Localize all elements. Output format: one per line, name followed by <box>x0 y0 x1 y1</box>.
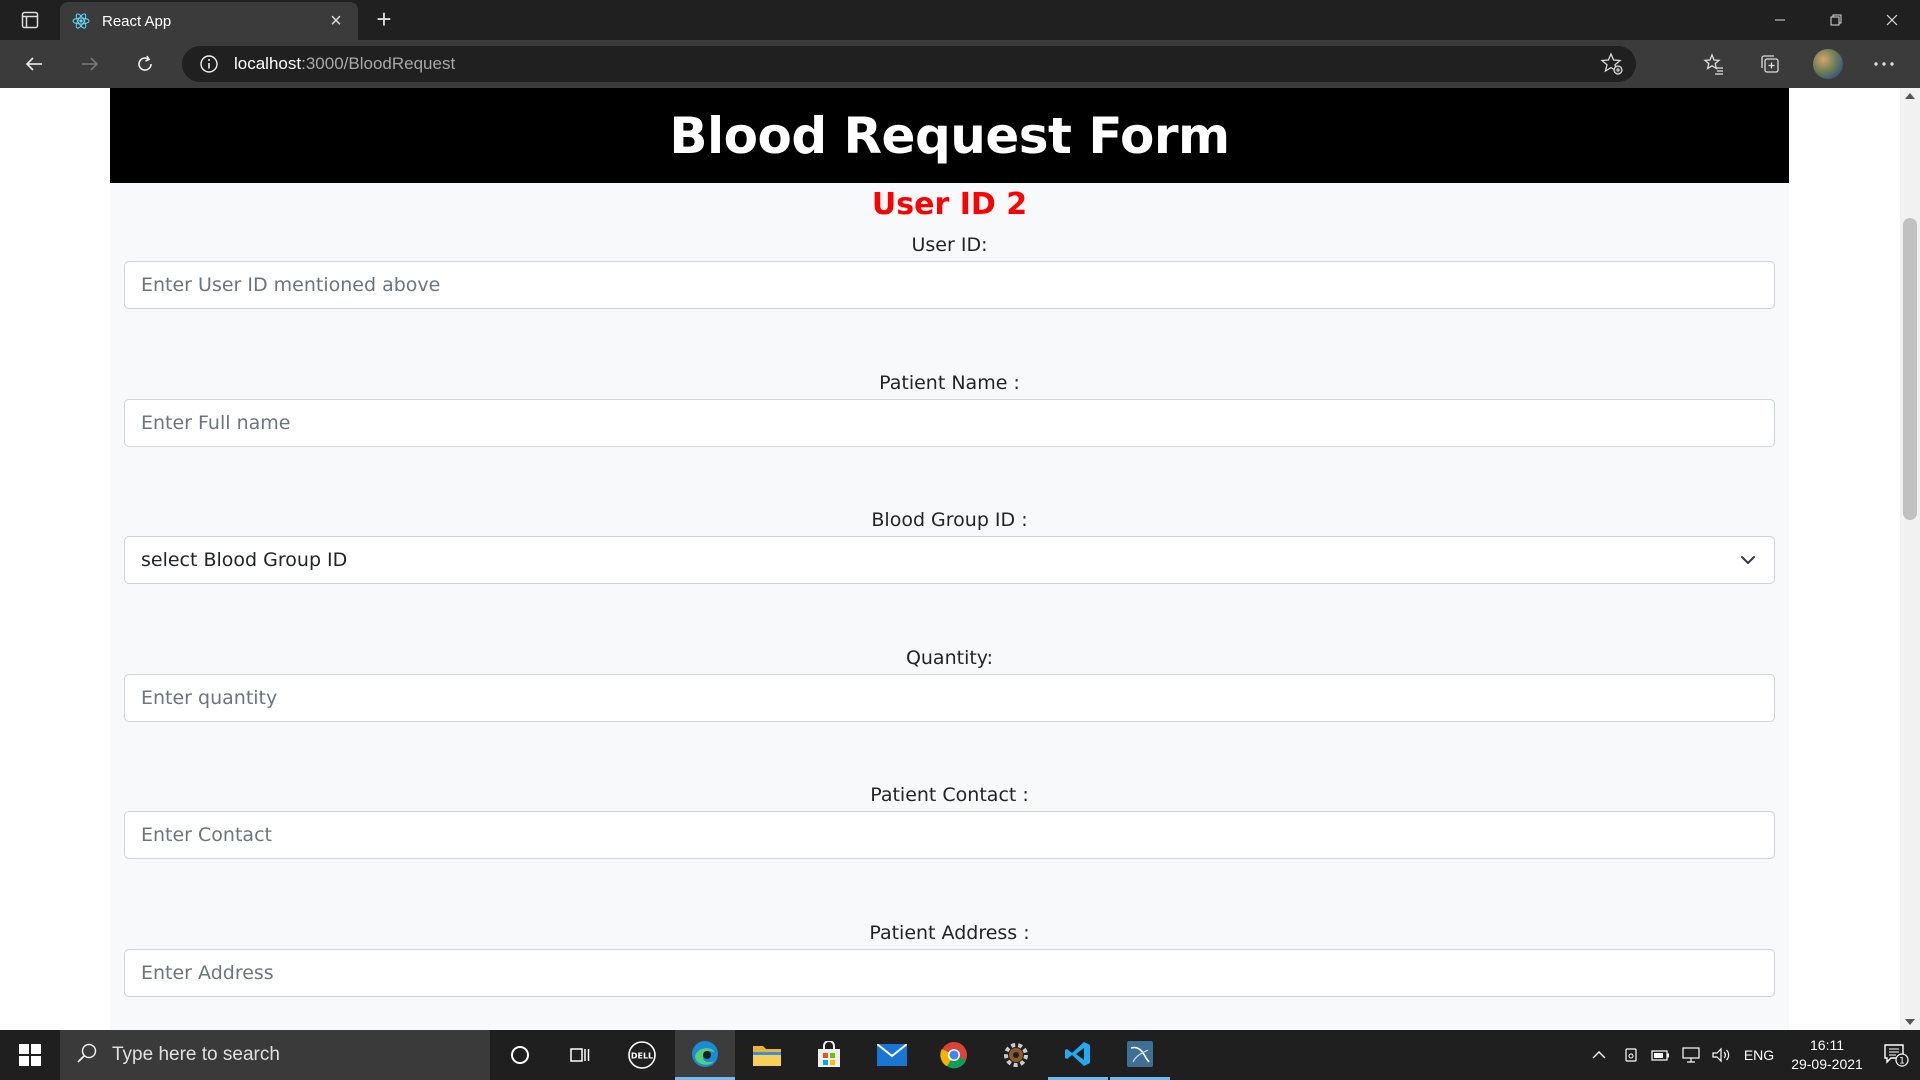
edge-browser-icon[interactable] <box>675 1030 735 1080</box>
clock[interactable]: 16:11 29-09-2021 <box>1782 1030 1872 1080</box>
notification-center-icon[interactable]: 1 <box>1872 1030 1920 1080</box>
vscode-icon[interactable] <box>1048 1030 1108 1080</box>
patient-contact-field-group: Patient Contact : Enter Contact <box>124 781 1775 859</box>
user-id-input[interactable]: Enter User ID mentioned above <box>124 261 1775 309</box>
patient-address-field-group: Patient Address : Enter Address <box>124 919 1775 997</box>
notification-count: 1 <box>1899 1057 1905 1067</box>
patient-contact-label: Patient Contact : <box>870 784 1029 806</box>
patient-address-input[interactable]: Enter Address <box>124 949 1775 997</box>
patient-name-field-group: Patient Name : Enter Full name <box>124 369 1775 447</box>
quantity-label: Quantity: <box>905 647 994 669</box>
add-favorite-icon[interactable] <box>1600 52 1624 76</box>
svg-text:DELL: DELL <box>631 1052 653 1061</box>
patient-name-label: Patient Name : <box>879 372 1020 394</box>
volume-icon[interactable] <box>1706 1030 1736 1080</box>
browser-toolbar: localhost:3000/BloodRequest <box>0 40 1920 88</box>
settings-gear-app-icon[interactable] <box>986 1030 1046 1080</box>
blood-group-label: Blood Group ID : <box>871 509 1028 531</box>
patient-name-input[interactable]: Enter Full name <box>124 399 1775 447</box>
search-placeholder: Type here to search <box>112 1044 280 1065</box>
patient-contact-placeholder: Enter Contact <box>141 824 272 846</box>
scroll-up-icon[interactable] <box>1900 88 1920 104</box>
blood-group-select[interactable]: select Blood Group ID <box>124 536 1775 584</box>
user-id-heading: User ID 2 <box>871 187 1028 222</box>
mail-icon[interactable] <box>862 1030 922 1080</box>
blood-group-field-group: Blood Group ID : select Blood Group ID <box>124 506 1775 584</box>
back-icon[interactable] <box>18 48 50 80</box>
blood-group-selected-value: select Blood Group ID <box>141 549 348 571</box>
collections-icon[interactable] <box>1754 48 1786 80</box>
tab-close-icon[interactable]: × <box>326 10 346 33</box>
quantity-placeholder: Enter quantity <box>141 687 278 709</box>
file-explorer-icon[interactable] <box>737 1030 797 1080</box>
search-icon <box>76 1042 98 1069</box>
settings-more-icon[interactable] <box>1868 48 1900 80</box>
patient-contact-input[interactable]: Enter Contact <box>124 811 1775 859</box>
browser-tab[interactable]: React App × <box>60 2 358 40</box>
refresh-icon[interactable] <box>129 48 161 80</box>
tab-title: React App <box>102 12 172 30</box>
react-icon <box>72 12 90 30</box>
scroll-thumb[interactable] <box>1903 218 1917 520</box>
chevron-down-icon <box>1728 536 1768 584</box>
language-indicator[interactable]: ENG <box>1736 1030 1782 1080</box>
url-host: localhost <box>234 54 302 73</box>
network-icon[interactable] <box>1676 1030 1706 1080</box>
system-tray: ENG 16:11 29-09-2021 1 <box>1582 1030 1920 1080</box>
forward-icon[interactable] <box>74 48 106 80</box>
user-id-field-group: User ID: Enter User ID mentioned above <box>124 231 1775 309</box>
page-header: Blood Request Form <box>110 88 1789 183</box>
patient-name-placeholder: Enter Full name <box>141 412 291 434</box>
window-controls <box>1752 0 1920 40</box>
browser-tab-bar: React App × + <box>0 0 1920 40</box>
restore-button[interactable] <box>1808 0 1864 40</box>
battery-icon[interactable] <box>1646 1030 1676 1080</box>
user-id-placeholder: Enter User ID mentioned above <box>141 274 441 296</box>
windows-start-icon[interactable] <box>0 1030 60 1080</box>
microsoft-store-icon[interactable] <box>799 1030 859 1080</box>
tab-actions-icon[interactable] <box>14 8 46 32</box>
page-scrollbar[interactable] <box>1900 88 1920 1030</box>
quantity-field-group: Quantity: Enter quantity <box>124 644 1775 722</box>
page-title: Blood Request Form <box>669 106 1230 165</box>
task-view-icon[interactable] <box>550 1030 610 1080</box>
user-id-label: User ID: <box>911 234 988 256</box>
profile-avatar[interactable] <box>1812 48 1844 80</box>
mysql-workbench-icon[interactable] <box>1110 1030 1170 1080</box>
address-bar[interactable]: localhost:3000/BloodRequest <box>182 46 1636 82</box>
patient-address-label: Patient Address : <box>869 922 1030 944</box>
dell-icon[interactable]: DELL <box>612 1030 672 1080</box>
avatar <box>1813 49 1843 79</box>
close-window-button[interactable] <box>1864 0 1920 40</box>
form-container: Blood Request Form User ID 2 User ID: En… <box>110 88 1789 1030</box>
cortana-icon[interactable] <box>490 1030 550 1080</box>
chrome-icon[interactable] <box>924 1030 984 1080</box>
taskbar-search-box[interactable]: Type here to search <box>60 1030 490 1080</box>
url-path: :3000/BloodRequest <box>301 54 456 73</box>
minimize-button[interactable] <box>1752 0 1808 40</box>
device-icon[interactable] <box>1616 1030 1646 1080</box>
clock-time: 16:11 <box>1810 1037 1844 1053</box>
site-info-icon[interactable] <box>198 53 220 75</box>
favorites-icon[interactable] <box>1698 48 1730 80</box>
new-tab-button[interactable]: + <box>368 4 400 36</box>
quantity-input[interactable]: Enter quantity <box>124 674 1775 722</box>
page-viewport: Blood Request Form User ID 2 User ID: En… <box>0 88 1900 1030</box>
clock-date: 29-09-2021 <box>1791 1056 1863 1072</box>
windows-taskbar: Type here to search DELL ENG 16:11 29-09… <box>0 1030 1920 1080</box>
show-hidden-icons-chevron-up-icon[interactable] <box>1582 1030 1616 1080</box>
scroll-down-icon[interactable] <box>1900 1014 1920 1030</box>
patient-address-placeholder: Enter Address <box>141 962 274 984</box>
